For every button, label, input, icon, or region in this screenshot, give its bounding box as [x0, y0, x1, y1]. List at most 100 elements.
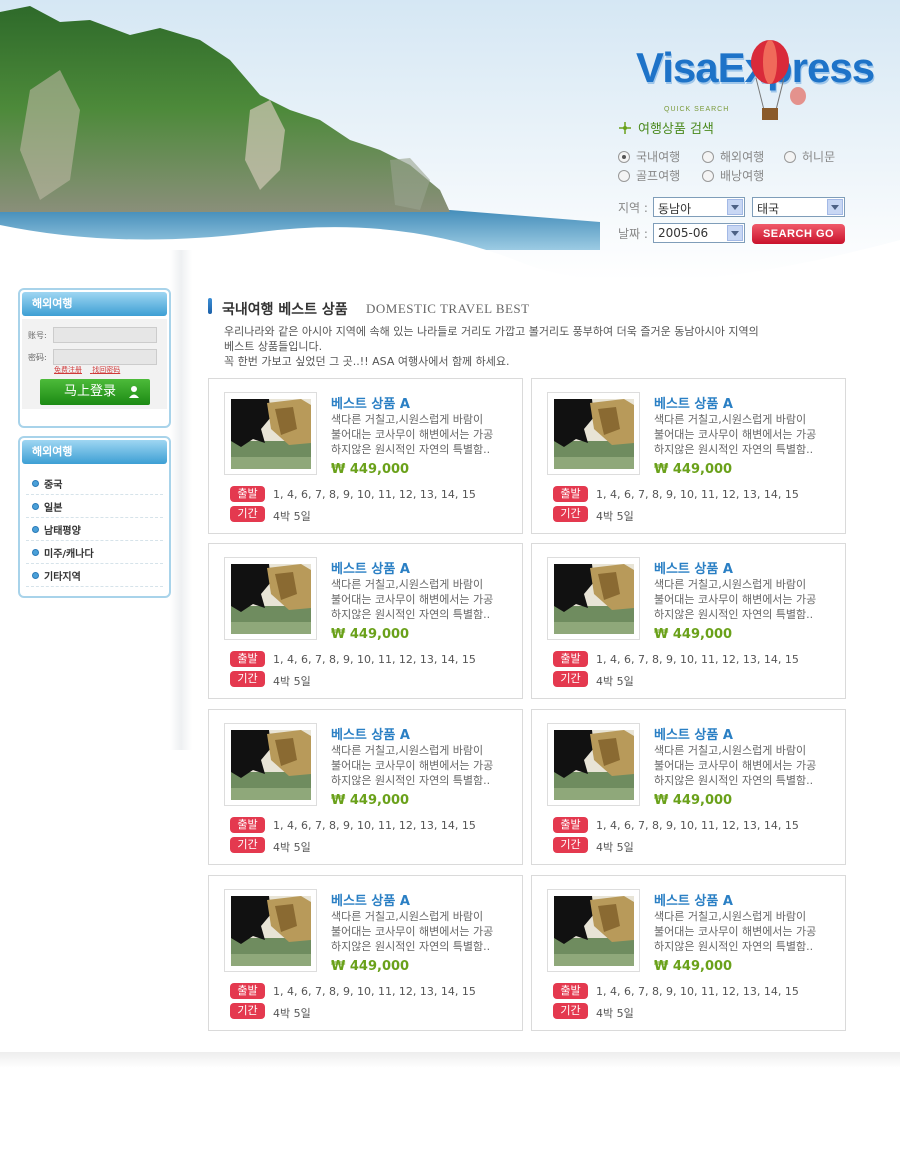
- radio-dot-icon: [784, 150, 796, 163]
- menu-item-china[interactable]: 중국: [26, 472, 163, 495]
- product-photo: [554, 730, 634, 800]
- product-thumbnail[interactable]: [547, 889, 640, 972]
- login-button-label: 马上登录: [64, 384, 117, 399]
- product-card[interactable]: 베스트 상품 A 색다른 거칠고,시원스럽게 바람이 불어대는 코사무이 해변에서는…: [531, 709, 846, 865]
- product-title[interactable]: 베스트 상품 A: [331, 558, 410, 577]
- product-thumbnail[interactable]: [547, 392, 640, 475]
- product-title[interactable]: 베스트 상품 A: [654, 724, 733, 743]
- period-value: 4박 5일: [273, 510, 311, 523]
- quick-search-caption: QUICK SEARCH: [664, 106, 730, 113]
- country-select[interactable]: 태국: [752, 197, 845, 217]
- period-badge: 기간: [230, 506, 265, 522]
- period-badge: 기간: [553, 506, 588, 522]
- depart-dates: 1, 4, 6, 7, 8, 9, 10, 11, 12, 13, 14, 15: [596, 819, 799, 832]
- product-thumbnail[interactable]: [224, 557, 317, 640]
- period-value: 4박 5일: [596, 675, 634, 688]
- product-card[interactable]: 베스트 상품 A 색다른 거칠고,시원스럽게 바람이 불어대는 코사무이 해변에서는…: [531, 378, 846, 534]
- product-card[interactable]: 베스트 상품 A 색다른 거칠고,시원스럽게 바람이 불어대는 코사무이 해변에서는…: [208, 709, 523, 865]
- bullet-icon: [32, 479, 39, 487]
- product-price: ₩ 449,000: [331, 959, 410, 974]
- depart-badge: 출발: [553, 651, 588, 667]
- menu-item-america-canada[interactable]: 미주/캐나다: [26, 541, 163, 564]
- region-menu-title: 해외여행: [22, 440, 167, 464]
- menu-item-south-pacific[interactable]: 남태평양: [26, 518, 163, 541]
- product-thumbnail[interactable]: [224, 392, 317, 475]
- product-thumbnail[interactable]: [547, 557, 640, 640]
- product-photo: [554, 564, 634, 634]
- product-thumbnail[interactable]: [224, 723, 317, 806]
- product-title[interactable]: 베스트 상품 A: [654, 558, 733, 577]
- product-thumbnail[interactable]: [547, 723, 640, 806]
- product-description: 색다른 거칠고,시원스럽게 바람이 불어대는 코사무이 해변에서는 가공 하지않은 …: [331, 744, 494, 787]
- bullet-icon: [32, 548, 39, 556]
- radio-dot-icon: [618, 150, 630, 163]
- login-form: 账号: 密码: 免费注册 找回密码 马上登录: [22, 319, 167, 409]
- product-card[interactable]: 베스트 상품 A 색다른 거칠고,시원스럽게 바람이 불어대는 코사무이 해변에서는…: [208, 378, 523, 534]
- product-title[interactable]: 베스트 상품 A: [654, 393, 733, 412]
- search-go-button[interactable]: SEARCH GO: [752, 224, 845, 244]
- product-card[interactable]: 베스트 상품 A 색다른 거칠고,시원스럽게 바람이 불어대는 코사무이 해변에서는…: [531, 543, 846, 699]
- section-title: 국내여행 베스트 상품: [222, 302, 348, 318]
- period-value: 4박 5일: [273, 841, 311, 854]
- region-select[interactable]: 동남아: [653, 197, 745, 217]
- register-link[interactable]: 免费注册: [54, 366, 82, 374]
- product-description: 색다른 거칠고,시원스럽게 바람이 불어대는 코사무이 해변에서는 가공 하지않은 …: [331, 578, 494, 621]
- menu-item-japan[interactable]: 일본: [26, 495, 163, 518]
- radio-dot-icon: [702, 169, 714, 182]
- user-icon: [129, 386, 139, 398]
- depart-badge: 출발: [553, 983, 588, 999]
- depart-dates: 1, 4, 6, 7, 8, 9, 10, 11, 12, 13, 14, 15: [596, 488, 799, 501]
- product-price: ₩ 449,000: [654, 793, 733, 808]
- product-card[interactable]: 베스트 상품 A 색다른 거칠고,시원스럽게 바람이 불어대는 코사무이 해변에서는…: [208, 543, 523, 699]
- radio-golf[interactable]: 골프여행: [618, 167, 680, 184]
- depart-badge: 출발: [230, 983, 265, 999]
- login-links: 免费注册 找回密码: [54, 365, 128, 375]
- period-badge: 기간: [553, 1003, 588, 1019]
- header-banner: VisaExpress QUICK SEARCH 여행상품 검색 국내여행 해외…: [0, 0, 900, 280]
- product-card[interactable]: 베스트 상품 A 색다른 거칠고,시원스럽게 바람이 불어대는 코사무이 해변에서는…: [208, 875, 523, 1031]
- login-button[interactable]: 马上登录: [40, 379, 150, 405]
- product-photo: [554, 399, 634, 469]
- region-label: 지역 :: [618, 201, 648, 215]
- product-description: 색다른 거칠고,시원스럽게 바람이 불어대는 코사무이 해변에서는 가공 하지않은 …: [331, 413, 494, 456]
- bullet-icon: [32, 525, 39, 533]
- id-input[interactable]: [52, 327, 157, 343]
- radio-domestic[interactable]: 국내여행: [618, 148, 680, 165]
- region-menu: 중국 일본 남태평양 미주/캐나다 기타지역: [20, 466, 169, 593]
- forgot-password-link[interactable]: 找回密码: [92, 366, 120, 374]
- login-pw-row: 密码:: [28, 349, 157, 365]
- radio-overseas[interactable]: 해외여행: [702, 148, 764, 165]
- depart-badge: 출발: [553, 486, 588, 502]
- product-title[interactable]: 베스트 상품 A: [331, 393, 410, 412]
- move-arrows-icon: [619, 121, 631, 134]
- period-value: 4박 5일: [596, 1007, 634, 1020]
- quick-search-title-text: 여행상품 검색: [638, 122, 714, 137]
- product-photo: [231, 399, 311, 469]
- radio-honeymoon[interactable]: 허니문: [784, 148, 835, 165]
- password-input[interactable]: [52, 349, 157, 365]
- menu-item-other[interactable]: 기타지역: [26, 564, 163, 587]
- quick-search-title: 여행상품 검색: [618, 118, 714, 137]
- product-card[interactable]: 베스트 상품 A 색다른 거칠고,시원스럽게 바람이 불어대는 코사무이 해변에서는…: [531, 875, 846, 1031]
- depart-dates: 1, 4, 6, 7, 8, 9, 10, 11, 12, 13, 14, 15: [273, 819, 476, 832]
- period-badge: 기간: [553, 837, 588, 853]
- radio-dot-icon: [702, 150, 714, 163]
- bullet-icon: [32, 571, 39, 579]
- depart-badge: 출발: [553, 817, 588, 833]
- product-price: ₩ 449,000: [654, 959, 733, 974]
- product-title[interactable]: 베스트 상품 A: [654, 890, 733, 909]
- sidebar-divider: [170, 250, 192, 750]
- product-thumbnail[interactable]: [224, 889, 317, 972]
- section-intro: 우리나라와 같은 아시아 지역에 속해 있는 나라들로 거리도 가깝고 볼거리도…: [224, 325, 759, 368]
- hot-air-balloon-icon: [751, 40, 806, 120]
- product-description: 색다른 거칠고,시원스럽게 바람이 불어대는 코사무이 해변에서는 가공 하지않은 …: [654, 413, 817, 456]
- depart-dates: 1, 4, 6, 7, 8, 9, 10, 11, 12, 13, 14, 15: [273, 488, 476, 501]
- product-title[interactable]: 베스트 상품 A: [331, 890, 410, 909]
- depart-badge: 출발: [230, 817, 265, 833]
- product-title[interactable]: 베스트 상품 A: [331, 724, 410, 743]
- product-description: 색다른 거칠고,시원스럽게 바람이 불어대는 코사무이 해변에서는 가공 하지않은 …: [654, 744, 817, 787]
- login-box: 해외여행 账号: 密码: 免费注册 找回密码 马上登录: [18, 288, 171, 428]
- product-description: 색다른 거칠고,시원스럽게 바람이 불어대는 코사무이 해변에서는 가공 하지않은 …: [654, 578, 817, 621]
- radio-backpack[interactable]: 배낭여행: [702, 167, 764, 184]
- date-select[interactable]: 2005-06: [653, 223, 745, 243]
